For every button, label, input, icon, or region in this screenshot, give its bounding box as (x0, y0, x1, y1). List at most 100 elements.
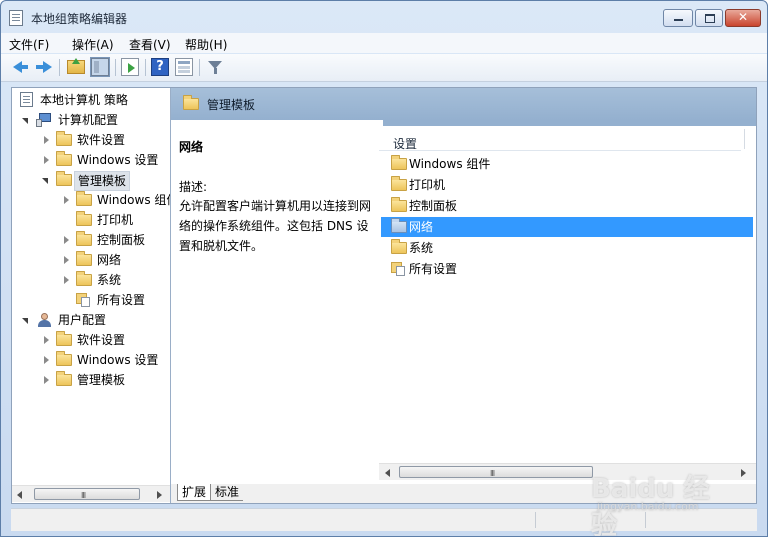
list-item-network[interactable]: 网络 (381, 217, 753, 237)
folder-icon (391, 239, 407, 254)
tab-extended[interactable]: 扩展 (177, 484, 212, 501)
menu-action[interactable]: 操作(A) (72, 36, 114, 53)
help-icon[interactable]: ? (151, 58, 169, 76)
baidu-watermark: Baidu 经验 jingyan.baidu.com (591, 456, 731, 536)
folder-icon (76, 231, 92, 246)
list-item-control-panel[interactable]: 控制面板 (381, 196, 753, 216)
folder-icon (76, 191, 92, 206)
up-folder-icon[interactable] (67, 58, 85, 74)
folder-icon (56, 171, 72, 186)
list-item-label: 所有设置 (409, 262, 458, 276)
collapsed-arrow-icon[interactable] (62, 196, 70, 204)
scrollbar-thumb[interactable]: III (34, 488, 140, 500)
list-item-label: 打印机 (409, 178, 446, 192)
tree-item-label: 网络 (97, 253, 122, 267)
watermark-url: jingyan.baidu.com (597, 500, 699, 513)
show-hide-tree-icon[interactable] (90, 57, 110, 77)
computer-icon (36, 113, 52, 127)
collapsed-arrow-icon[interactable] (42, 136, 50, 144)
tree-item-label: 系统 (97, 273, 122, 287)
window: 本地组策略编辑器 文件(F) 操作(A) 查看(V) 帮助(H) ? 本地计算机… (0, 0, 768, 537)
scroll-right-icon[interactable] (741, 469, 746, 477)
description-text: 允许配置客户端计算机用以连接到网络的操作系统组件。这包括 DNS 设置和脱机文件… (179, 199, 372, 253)
details-pane: 管理模板 网络 描述: 允许配置客户端计算机用以连接到网络的操作系统组件。这包括… (171, 88, 756, 503)
folder-icon (391, 197, 407, 212)
policy-document-icon (20, 92, 33, 107)
expand-arrow-icon[interactable] (22, 316, 30, 324)
folder-icon (76, 271, 92, 286)
all-settings-icon (76, 293, 90, 307)
scroll-left-icon[interactable] (17, 491, 22, 499)
expand-arrow-icon[interactable] (22, 116, 30, 124)
view-icon[interactable] (175, 58, 193, 76)
tree-item-label: 打印机 (97, 213, 134, 227)
description-pane: 网络 描述: 允许配置客户端计算机用以连接到网络的操作系统组件。这包括 DNS … (171, 120, 383, 482)
menu-file[interactable]: 文件(F) (9, 36, 49, 53)
filter-icon[interactable] (206, 58, 224, 76)
scrollbar-grip: III (81, 491, 86, 500)
scrollbar-grip: III (490, 469, 495, 478)
list-item-windows-components[interactable]: Windows 组件 (381, 154, 753, 174)
list-item-label: 网络 (409, 220, 434, 234)
tree-horizontal-scrollbar[interactable]: III (12, 485, 170, 502)
list-item-label: 控制面板 (409, 199, 458, 213)
close-button[interactable] (725, 9, 761, 27)
title-bar[interactable]: 本地组策略编辑器 (1, 1, 767, 33)
tree-item-label: Windows 设置 (77, 153, 159, 167)
folder-icon (391, 176, 407, 191)
toolbar: ? (1, 54, 767, 82)
collapsed-arrow-icon[interactable] (42, 336, 50, 344)
folder-icon (391, 155, 407, 170)
window-title: 本地组策略编辑器 (31, 12, 128, 26)
description-title: 网络 (179, 140, 204, 154)
folder-icon (56, 331, 72, 346)
details-header-title: 管理模板 (207, 98, 256, 112)
tree-item-label: 计算机配置 (58, 113, 119, 127)
list-item-printers[interactable]: 打印机 (381, 175, 753, 195)
minimize-button[interactable] (663, 9, 693, 27)
folder-icon (56, 131, 72, 146)
tree-item-label: 控制面板 (97, 233, 146, 247)
tree-item-label: 软件设置 (77, 333, 126, 347)
list-item-label: 系统 (409, 241, 434, 255)
collapsed-arrow-icon[interactable] (42, 156, 50, 164)
menu-help[interactable]: 帮助(H) (185, 36, 227, 53)
toolbar-separator (199, 59, 200, 76)
column-divider[interactable] (744, 129, 745, 149)
app-icon (9, 10, 23, 26)
folder-icon (76, 251, 92, 266)
list-item-all-settings[interactable]: 所有设置 (381, 259, 753, 279)
all-settings-icon (391, 262, 405, 276)
export-list-icon[interactable] (121, 58, 139, 76)
list-column-header[interactable]: 设置 (379, 126, 745, 152)
folder-icon (56, 371, 72, 386)
collapsed-arrow-icon[interactable] (62, 236, 70, 244)
folder-icon (391, 218, 407, 233)
toolbar-separator (115, 59, 116, 76)
expand-arrow-icon[interactable] (42, 176, 50, 184)
tab-standard[interactable]: 标准 (211, 484, 244, 501)
column-header-settings[interactable]: 设置 (393, 135, 417, 152)
scrollbar-thumb[interactable]: III (399, 466, 593, 478)
folder-icon (183, 95, 199, 110)
back-arrow-icon[interactable] (11, 58, 29, 76)
collapsed-arrow-icon[interactable] (62, 276, 70, 284)
list-item-system[interactable]: 系统 (381, 238, 753, 258)
toolbar-separator (59, 59, 60, 76)
menu-view[interactable]: 查看(V) (129, 36, 171, 53)
main-content: 本地计算机 策略 计算机配置 软件设置 Windows 设置 管理模板 Wind… (11, 87, 757, 504)
tree-item-label: 管理模板 (77, 373, 126, 387)
menu-bar: 文件(F) 操作(A) 查看(V) 帮助(H) (1, 33, 767, 53)
scroll-right-icon[interactable] (157, 491, 162, 499)
user-icon (36, 313, 52, 327)
list-item-label: Windows 组件 (409, 157, 491, 171)
tree-pane: 本地计算机 策略 计算机配置 软件设置 Windows 设置 管理模板 Wind… (12, 88, 171, 503)
collapsed-arrow-icon[interactable] (42, 356, 50, 364)
folder-icon (56, 151, 72, 166)
collapsed-arrow-icon[interactable] (62, 256, 70, 264)
scroll-left-icon[interactable] (385, 469, 390, 477)
forward-arrow-icon[interactable] (35, 58, 53, 76)
tree-item-label: Windows 组件 (97, 193, 171, 207)
collapsed-arrow-icon[interactable] (42, 376, 50, 384)
maximize-button[interactable] (695, 9, 723, 27)
